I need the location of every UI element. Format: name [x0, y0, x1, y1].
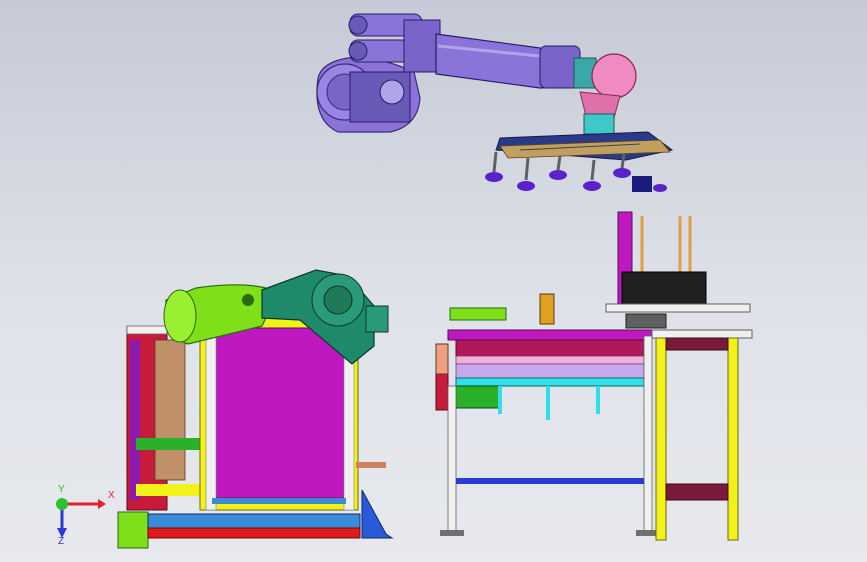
y-axis-label: Y	[58, 484, 65, 495]
table-top	[447, 329, 653, 341]
cylinder	[539, 293, 555, 325]
cad-viewport[interactable]: X Y Z	[0, 0, 867, 562]
coordinate-triad: X Y Z	[56, 484, 115, 544]
z-axis-label: Z	[58, 536, 64, 544]
brown-panel	[154, 339, 186, 481]
base-red-rail	[147, 527, 361, 539]
upper-arm-joint	[403, 19, 441, 73]
green-bracket	[136, 438, 200, 450]
suction-cup	[653, 184, 667, 192]
lower-crossbar	[456, 478, 644, 484]
base-blue-rail	[147, 513, 361, 529]
drive-unit	[455, 385, 501, 409]
side-tab	[356, 462, 386, 468]
suction-cup	[485, 172, 503, 182]
y-axis-dot	[56, 498, 68, 510]
gearbox-output	[365, 305, 389, 333]
drive-motor-face	[163, 289, 197, 343]
rack-leg	[655, 337, 667, 541]
rack-shelf	[605, 303, 751, 313]
rear-motor-2-end	[348, 41, 368, 61]
shoulder-motor-cap	[379, 79, 405, 105]
conveyor-roller	[455, 339, 645, 357]
cad-model-scene[interactable]	[0, 0, 867, 562]
robot-arm[interactable]	[316, 13, 637, 135]
unloading-station[interactable]	[117, 269, 394, 549]
rack-leg	[727, 337, 739, 541]
conveyor-rail	[455, 377, 645, 387]
stack-block	[621, 271, 707, 307]
base-blue-wedge	[361, 489, 394, 539]
gripper-valve	[632, 176, 652, 192]
magenta-panel	[211, 327, 347, 499]
x-axis-label: X	[108, 490, 115, 501]
suction-cup	[517, 181, 535, 191]
suction-cup	[583, 181, 601, 191]
sensor-block	[449, 307, 507, 321]
base-green-foot	[117, 511, 149, 549]
suction-cup	[613, 168, 631, 178]
table-leg	[643, 335, 653, 533]
table-leg	[447, 385, 457, 533]
rear-motor-1-end	[348, 15, 368, 35]
lower-yellow-bar	[136, 484, 200, 496]
conveyor-table[interactable]	[435, 293, 660, 536]
left-cabinet-strip	[130, 340, 140, 500]
tool-changer	[583, 113, 615, 135]
wrist-joint	[591, 53, 637, 99]
frame-base-strip	[212, 498, 346, 504]
end-effector-gripper[interactable]	[485, 131, 674, 192]
suction-cup	[549, 170, 567, 180]
rack-lower-beam	[665, 483, 729, 501]
